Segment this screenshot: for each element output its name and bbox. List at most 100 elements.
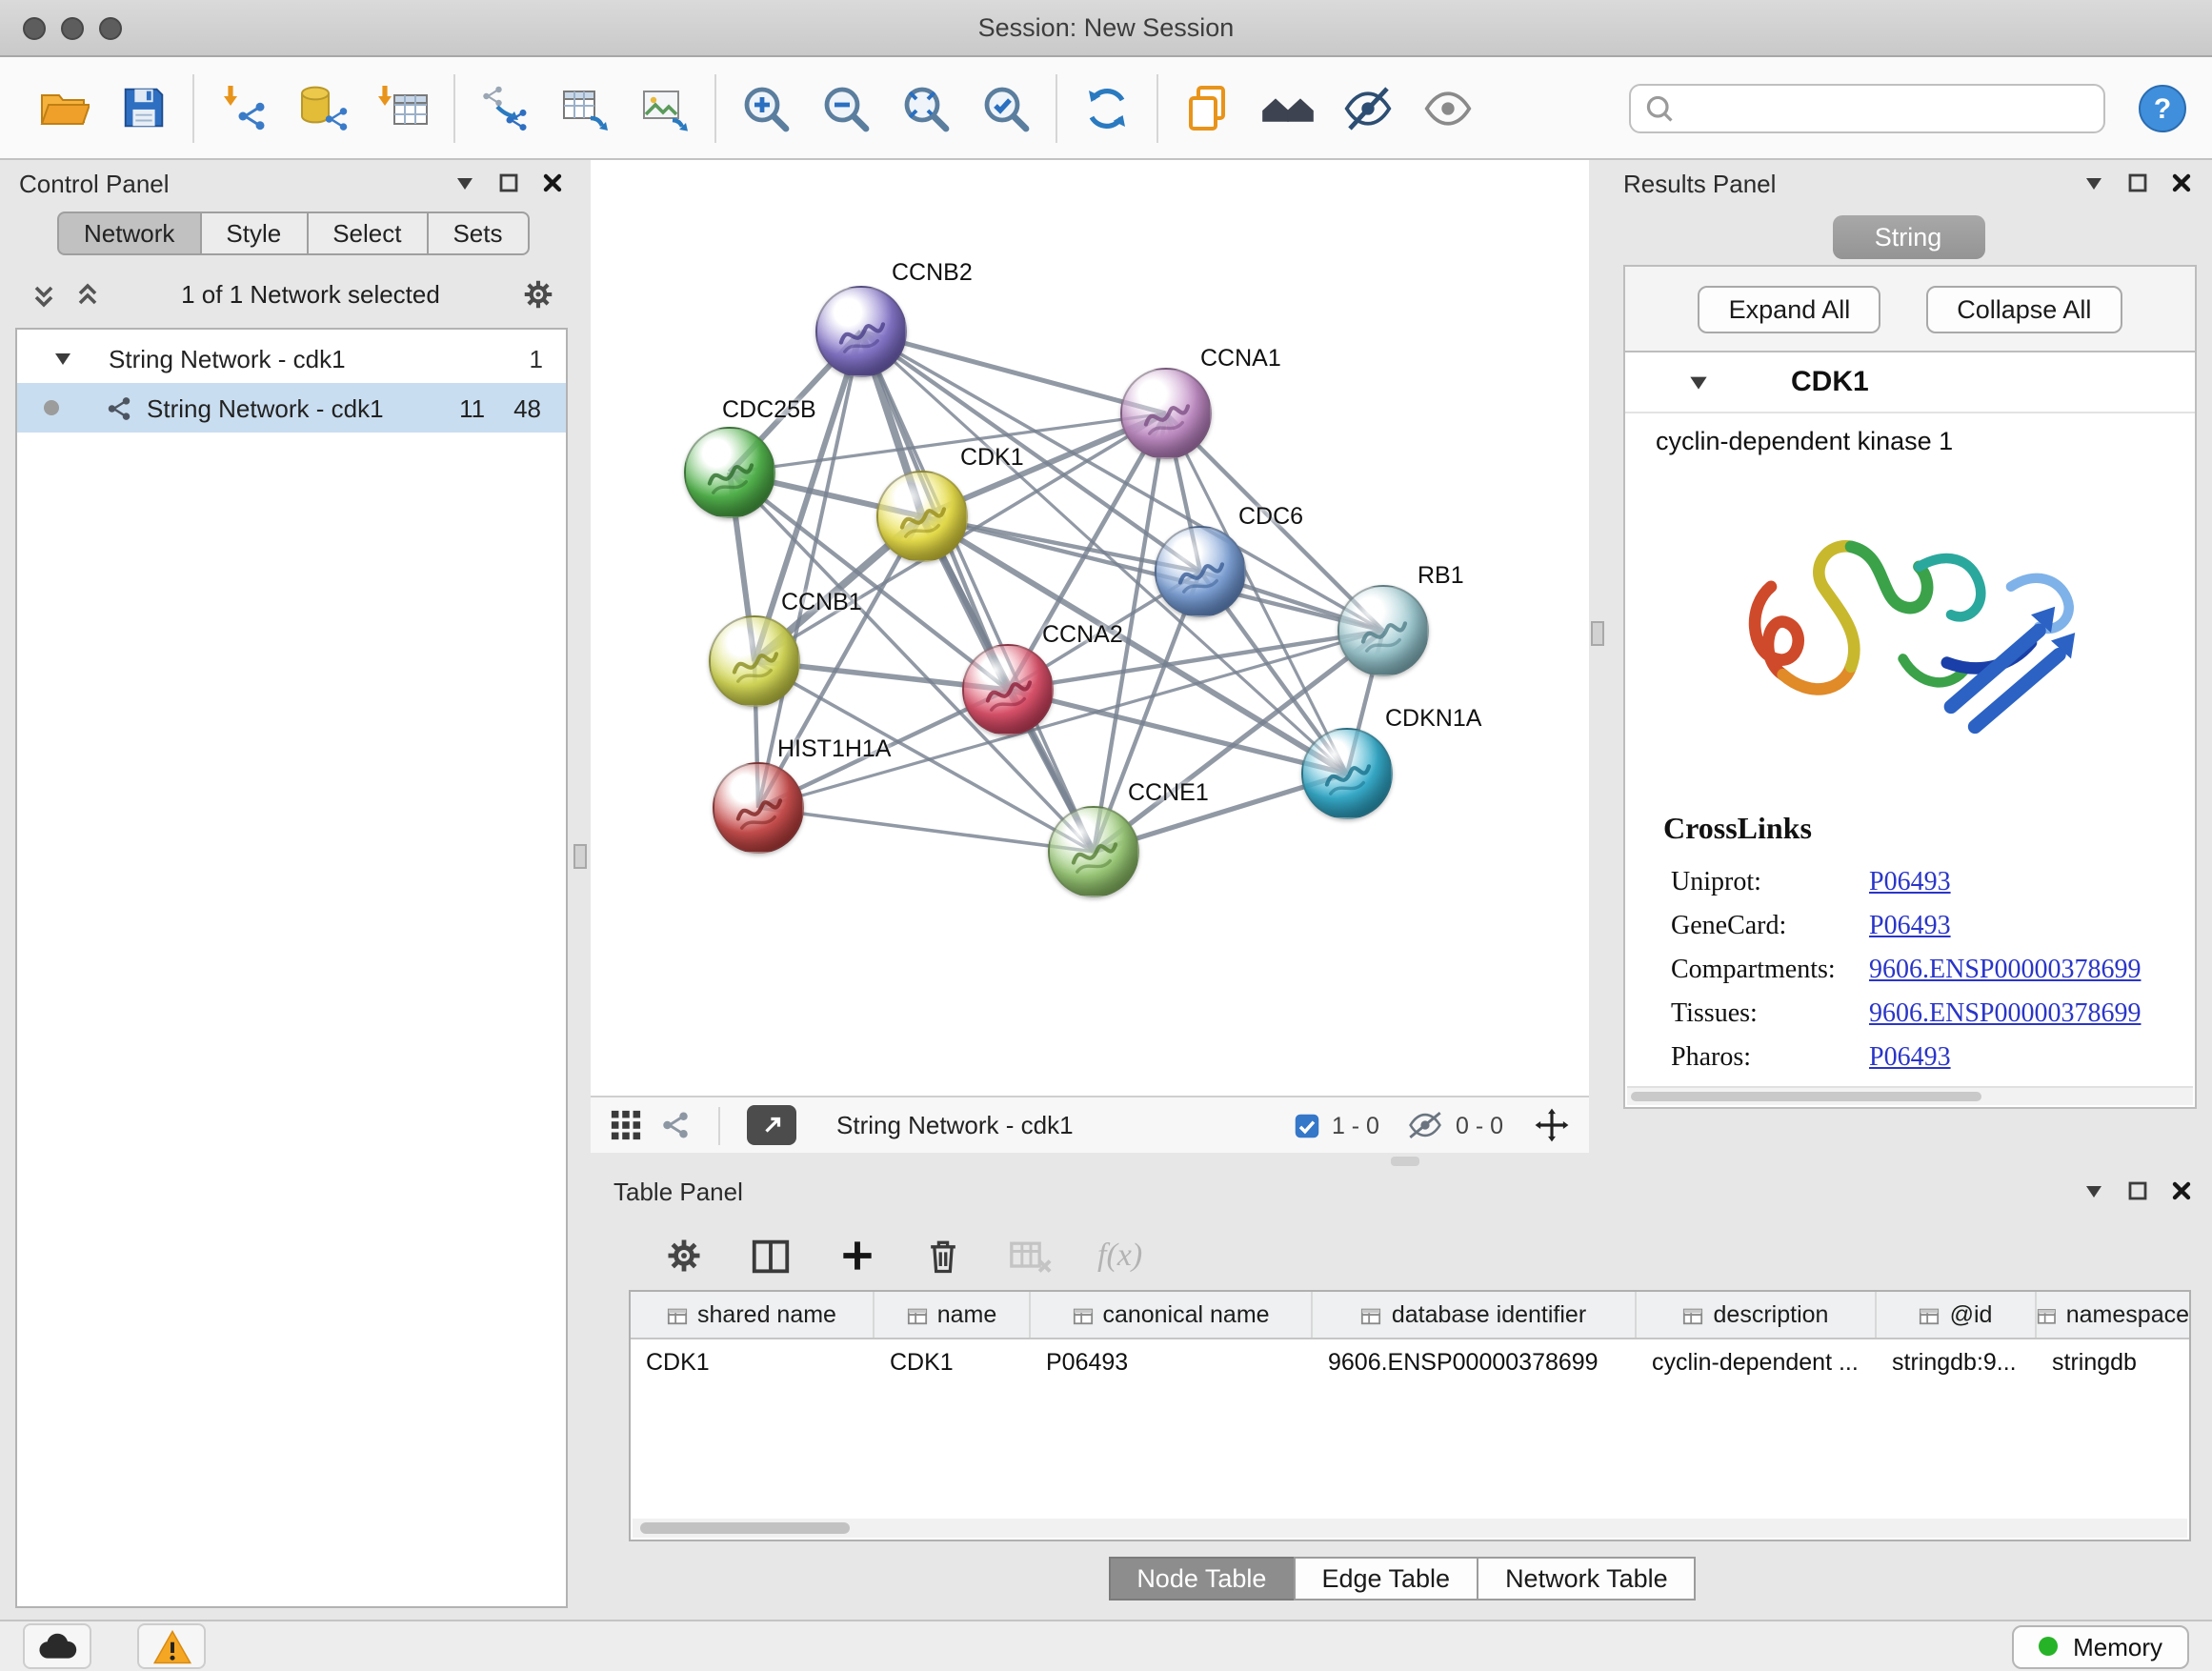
zoom-selected-icon[interactable] [966, 66, 1046, 150]
crosslink-link[interactable]: P06493 [1869, 1043, 1951, 1074]
network-node-ccne1[interactable] [1048, 806, 1139, 897]
search-box[interactable] [1629, 83, 2105, 132]
crosslink-link[interactable]: 9606.ENSP00000378699 [1869, 956, 2141, 986]
string-results-tab[interactable]: String [1832, 215, 1984, 259]
network-node-rb1[interactable] [1337, 585, 1429, 676]
tab-network-table[interactable]: Network Table [1477, 1557, 1697, 1601]
network-node-cdkn1a[interactable] [1301, 728, 1393, 819]
copy-icon[interactable] [1168, 66, 1248, 150]
import-network-file-icon[interactable] [204, 66, 284, 150]
network-node-cdc25b[interactable] [684, 427, 775, 518]
apply-layout-icon[interactable] [1067, 66, 1147, 150]
add-column-icon[interactable] [836, 1235, 878, 1277]
cell-id[interactable]: stringdb:9... [1877, 1339, 2037, 1383]
clone-network-icon[interactable] [465, 66, 545, 150]
panel-float-icon[interactable] [2126, 171, 2149, 194]
column-header[interactable]: @id [1950, 1301, 1993, 1328]
network-options-gear-icon[interactable] [520, 276, 556, 312]
expand-all-icon[interactable] [74, 281, 101, 308]
cell-name[interactable]: CDK1 [875, 1339, 1031, 1383]
network-share-icon[interactable] [659, 1109, 692, 1141]
export-image-icon[interactable] [625, 66, 705, 150]
houses-icon[interactable] [1248, 66, 1328, 150]
network-edge[interactable] [861, 332, 1094, 852]
search-input[interactable] [1684, 92, 2090, 123]
right-splitter-handle[interactable] [1591, 621, 1604, 646]
panel-close-icon[interactable] [2170, 1179, 2193, 1202]
network-canvas[interactable]: CCNB2CCNA1CDC25BCDK1CDC6RB1CCNB1CCNA2CDK… [591, 160, 1589, 1096]
column-header[interactable]: shared name [697, 1301, 836, 1328]
network-node-cdc6[interactable] [1155, 526, 1246, 617]
crosslink-link[interactable]: 9606.ENSP00000378699 [1869, 999, 2141, 1030]
network-node-hist1h1a[interactable] [713, 762, 804, 854]
network-view[interactable]: CCNB2CCNA1CDC25BCDK1CDC6RB1CCNB1CCNA2CDK… [591, 160, 1589, 1096]
collapse-all-button[interactable]: Collapse All [1926, 285, 2122, 332]
import-table-icon[interactable] [364, 66, 444, 150]
tab-edge-table[interactable]: Edge Table [1293, 1557, 1478, 1601]
export-table-icon[interactable] [545, 66, 625, 150]
zoom-out-icon[interactable] [806, 66, 886, 150]
crosslink-link[interactable]: P06493 [1869, 912, 1951, 942]
network-node-ccna2[interactable] [962, 644, 1054, 735]
collapse-all-icon[interactable] [30, 281, 57, 308]
network-node-cdk1[interactable] [876, 471, 968, 562]
open-icon[interactable] [23, 66, 103, 150]
left-splitter-handle[interactable] [573, 844, 587, 869]
cell-shared-name[interactable]: CDK1 [631, 1339, 875, 1383]
hidden-eye-slash-icon[interactable] [1406, 1111, 1444, 1139]
table-options-gear-icon[interactable] [663, 1235, 705, 1277]
tab-network[interactable]: Network [57, 211, 199, 255]
network-edge[interactable] [922, 516, 1383, 631]
hide-details-eye-slash-icon[interactable] [1328, 66, 1408, 150]
panel-close-icon[interactable] [541, 171, 564, 194]
panel-float-icon[interactable] [2126, 1179, 2149, 1202]
warnings-button[interactable] [137, 1623, 206, 1669]
horizontal-splitter-handle[interactable] [1391, 1157, 1419, 1166]
show-columns-icon[interactable] [749, 1234, 793, 1278]
panel-close-icon[interactable] [2170, 171, 2193, 194]
tab-style[interactable]: Style [199, 211, 306, 255]
tab-node-table[interactable]: Node Table [1108, 1557, 1295, 1601]
panel-menu-icon[interactable] [453, 171, 476, 194]
memory-button[interactable]: Memory [2012, 1624, 2189, 1668]
cell-database-identifier[interactable]: 9606.ENSP00000378699 [1313, 1339, 1637, 1383]
show-details-eye-icon[interactable] [1408, 66, 1488, 150]
help-icon[interactable]: ? [2136, 81, 2189, 134]
results-horizontal-scrollbar[interactable] [1627, 1086, 2193, 1105]
zoom-fit-icon[interactable] [886, 66, 966, 150]
cell-description[interactable]: cyclin-dependent ... [1637, 1339, 1877, 1383]
column-header[interactable]: database identifier [1392, 1301, 1586, 1328]
network-node-ccnb1[interactable] [709, 615, 800, 707]
import-network-database-icon[interactable] [284, 66, 364, 150]
zoom-in-icon[interactable] [726, 66, 806, 150]
network-node-ccna1[interactable] [1120, 368, 1212, 459]
tab-select[interactable]: Select [306, 211, 426, 255]
detach-view-button[interactable] [747, 1105, 796, 1145]
grid-view-icon[interactable] [610, 1109, 642, 1141]
cloud-status-button[interactable] [23, 1623, 91, 1669]
delete-column-trash-icon[interactable] [922, 1235, 964, 1277]
gene-section-expander-icon[interactable] [1686, 370, 1711, 394]
pan-crosshair-icon[interactable] [1534, 1107, 1570, 1143]
network-node-ccnb2[interactable] [815, 286, 907, 377]
table-row[interactable]: CDK1 CDK1 P06493 9606.ENSP00000378699 cy… [631, 1339, 2189, 1383]
network-collection-row[interactable]: String Network - cdk1 1 [17, 330, 566, 383]
network-edge[interactable] [758, 808, 1094, 852]
column-header[interactable]: name [937, 1301, 997, 1328]
column-header[interactable]: namespace [2066, 1301, 2189, 1328]
column-header[interactable]: canonical name [1102, 1301, 1269, 1328]
panel-float-icon[interactable] [497, 171, 520, 194]
panel-menu-icon[interactable] [2082, 171, 2105, 194]
crosslink-link[interactable]: P06493 [1869, 868, 1951, 898]
panel-menu-icon[interactable] [2082, 1179, 2105, 1202]
expand-all-button[interactable]: Expand All [1699, 285, 1881, 332]
network-row[interactable]: String Network - cdk1 11 48 [17, 383, 566, 433]
save-icon[interactable] [103, 66, 183, 150]
table-horizontal-scrollbar[interactable] [633, 1519, 2187, 1538]
cell-canonical-name[interactable]: P06493 [1031, 1339, 1313, 1383]
column-header[interactable]: description [1714, 1301, 1829, 1328]
cell-namespace[interactable]: stringdb [2037, 1339, 2189, 1383]
tree-expander-icon[interactable] [51, 347, 74, 370]
selected-checkbox-icon[interactable] [1294, 1112, 1320, 1138]
tab-sets[interactable]: Sets [426, 211, 529, 255]
